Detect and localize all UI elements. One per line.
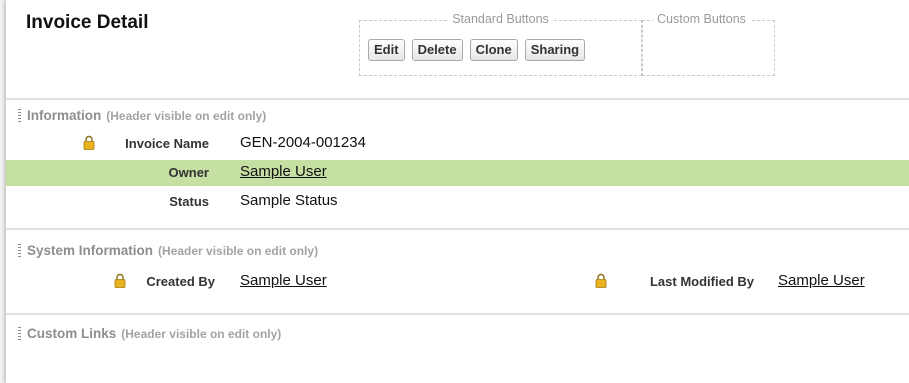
page-title: Invoice Detail xyxy=(26,12,149,33)
field-value-invoice-name: GEN-2004-001234 xyxy=(240,134,366,151)
section-note: (Header visible on edit only) xyxy=(106,108,267,123)
field-label-invoice-name: Invoice Name xyxy=(125,136,209,151)
section-header-information: Information (Header visible on edit only… xyxy=(18,108,266,123)
section-title: Custom Links xyxy=(27,326,117,341)
custom-buttons-label: Custom Buttons xyxy=(653,12,750,26)
section-note: (Header visible on edit only) xyxy=(158,243,319,258)
custom-buttons-group: Custom Buttons xyxy=(642,12,775,76)
section-header-custom-links: Custom Links (Header visible on edit onl… xyxy=(18,326,281,341)
drag-handle-icon[interactable] xyxy=(18,326,21,341)
clone-button[interactable]: Clone xyxy=(469,39,518,61)
field-label-created-by: Created By xyxy=(146,274,215,289)
standard-buttons-label: Standard Buttons xyxy=(448,12,553,26)
field-row-status: Status Sample Status xyxy=(6,189,909,215)
section-note: (Header visible on edit only) xyxy=(121,326,282,341)
lock-icon xyxy=(83,135,95,150)
field-label-last-modified-by: Last Modified By xyxy=(649,274,754,289)
section-header-system-information: System Information (Header visible on ed… xyxy=(18,243,318,258)
field-value-status: Sample Status xyxy=(240,192,338,209)
divider xyxy=(6,313,909,315)
field-row-system-info: Created By Sample User Last Modified By … xyxy=(6,269,909,295)
created-by-link[interactable]: Sample User xyxy=(240,272,327,289)
last-modified-by-link[interactable]: Sample User xyxy=(778,272,865,289)
lock-icon xyxy=(114,273,126,288)
standard-buttons-row: Edit Delete Clone Sharing xyxy=(368,39,586,61)
section-title: Information xyxy=(27,108,102,123)
field-row-owner: Owner Sample User xyxy=(6,160,909,186)
divider xyxy=(6,228,909,230)
standard-buttons-group: Standard Buttons Edit Delete Clone Shari… xyxy=(359,12,642,76)
delete-button[interactable]: Delete xyxy=(411,39,463,61)
owner-link[interactable]: Sample User xyxy=(240,163,327,180)
drag-handle-icon[interactable] xyxy=(18,108,21,123)
divider xyxy=(6,98,909,100)
section-title: System Information xyxy=(27,243,154,258)
edit-button[interactable]: Edit xyxy=(368,39,405,61)
field-label-status: Status xyxy=(169,194,209,209)
drag-handle-icon[interactable] xyxy=(18,243,21,258)
invoice-detail-panel: Invoice Detail Standard Buttons Edit Del… xyxy=(6,0,909,383)
sharing-button[interactable]: Sharing xyxy=(524,39,586,61)
field-label-owner: Owner xyxy=(168,165,209,180)
field-row-invoice-name: Invoice Name GEN-2004-001234 xyxy=(6,131,909,157)
lock-icon xyxy=(595,273,607,288)
